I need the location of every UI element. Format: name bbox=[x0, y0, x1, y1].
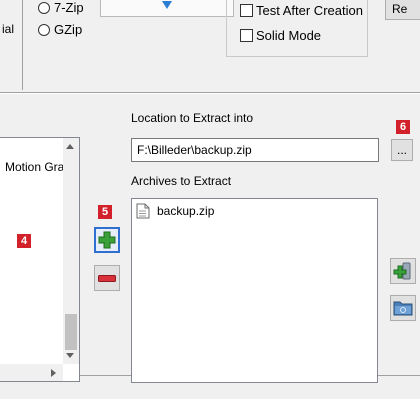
solid-mode-checkbox[interactable] bbox=[240, 29, 253, 42]
plus-icon bbox=[98, 231, 116, 249]
remove-from-archive-button[interactable] bbox=[94, 265, 120, 291]
add-archive-icon bbox=[393, 262, 411, 280]
compression-slider-track[interactable] bbox=[100, 0, 234, 17]
scroll-thumb[interactable] bbox=[65, 314, 77, 350]
callout-badge-5: 5 bbox=[98, 205, 112, 219]
left-panel-edge bbox=[22, 0, 23, 90]
left-list-hscrollbar[interactable] bbox=[0, 364, 63, 381]
browse-button-label: ... bbox=[397, 143, 408, 157]
callout-badge-6: 6 bbox=[396, 120, 410, 134]
location-input[interactable]: F:\Billeder\backup.zip bbox=[131, 138, 379, 162]
radio-gzip[interactable] bbox=[38, 24, 50, 36]
partial-left-label: ial bbox=[2, 22, 15, 36]
folder-icon bbox=[393, 301, 413, 316]
archives-label: Archives to Extract bbox=[131, 174, 232, 188]
scroll-up-icon[interactable] bbox=[66, 144, 74, 149]
archive-item-label: backup.zip bbox=[157, 204, 215, 218]
open-folder-button[interactable] bbox=[390, 295, 416, 321]
location-input-value: F:\Billeder\backup.zip bbox=[137, 143, 252, 157]
left-file-list[interactable]: Motion Gra bbox=[0, 137, 80, 382]
browse-button[interactable]: ... bbox=[391, 139, 413, 161]
top-separator-highlight bbox=[0, 93, 420, 94]
test-after-creation-checkbox[interactable] bbox=[240, 4, 253, 17]
left-list-vscrollbar[interactable] bbox=[63, 138, 79, 364]
partial-right-button[interactable]: Re bbox=[385, 0, 420, 20]
list-item[interactable]: backup.zip bbox=[136, 203, 336, 221]
test-after-creation-label: Test After Creation bbox=[256, 3, 363, 18]
document-icon bbox=[136, 203, 150, 219]
top-options-area: ial 7-Zip GZip Test After Creation Solid… bbox=[0, 0, 420, 95]
minus-icon bbox=[98, 275, 116, 282]
callout-badge-4: 4 bbox=[17, 234, 31, 248]
add-to-archive-button[interactable] bbox=[94, 227, 120, 253]
radio-7zip[interactable] bbox=[38, 2, 50, 14]
partial-right-button-label: Re bbox=[392, 2, 408, 16]
add-archive-button[interactable] bbox=[390, 258, 416, 284]
left-list-item[interactable]: Motion Gra bbox=[5, 160, 64, 174]
scroll-down-icon[interactable] bbox=[66, 353, 74, 358]
solid-mode-label: Solid Mode bbox=[256, 28, 322, 43]
radio-7zip-label: 7-Zip bbox=[54, 0, 84, 15]
archives-listbox[interactable]: backup.zip bbox=[131, 198, 378, 383]
slider-thumb-icon[interactable] bbox=[162, 1, 172, 9]
scroll-right-icon[interactable] bbox=[51, 369, 56, 377]
radio-gzip-label: GZip bbox=[54, 22, 83, 37]
location-label: Location to Extract into bbox=[131, 111, 254, 125]
